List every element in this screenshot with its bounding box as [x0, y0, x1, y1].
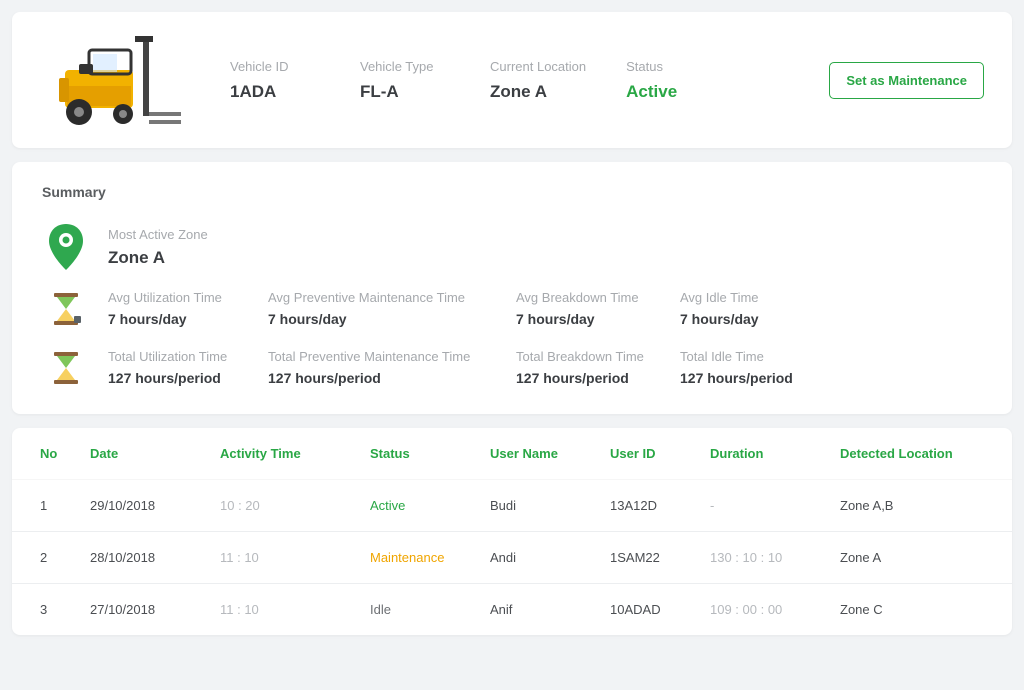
stat-label: Avg Breakdown Time — [516, 290, 680, 305]
cell-status: Maintenance — [370, 550, 490, 565]
cell-detected-location: Zone A — [840, 550, 984, 565]
summary-card: Summary Most Active Zone Zone A — [12, 162, 1012, 414]
cell-activity-time: 10 : 20 — [220, 498, 370, 513]
forklift-image — [40, 30, 190, 130]
field-label: Vehicle ID — [230, 59, 320, 74]
stat-avg-breakdown: Avg Breakdown Time 7 hours/day — [516, 290, 680, 327]
stat-total-idle: Total Idle Time 127 hours/period — [680, 349, 830, 386]
stat-label: Avg Preventive Maintenance Time — [268, 290, 516, 305]
stat-label: Total Idle Time — [680, 349, 830, 364]
zone-label: Most Active Zone — [108, 227, 208, 242]
activity-table: No Date Activity Time Status User Name U… — [12, 428, 1012, 635]
stat-label: Total Preventive Maintenance Time — [268, 349, 516, 364]
col-status: Status — [370, 446, 490, 461]
cell-activity-time: 11 : 10 — [220, 550, 370, 565]
cell-no: 2 — [40, 550, 90, 565]
table-header: No Date Activity Time Status User Name U… — [12, 428, 1012, 480]
stat-label: Avg Utilization Time — [108, 290, 268, 305]
stat-label: Total Breakdown Time — [516, 349, 680, 364]
stat-label: Avg Idle Time — [680, 290, 830, 305]
col-date: Date — [90, 446, 220, 461]
cell-user-id: 1SAM22 — [610, 550, 710, 565]
table-row[interactable]: 327/10/201811 : 10IdleAnif10ADAD109 : 00… — [12, 584, 1012, 635]
col-user-id: User ID — [610, 446, 710, 461]
cell-activity-time: 11 : 10 — [220, 602, 370, 617]
cell-detected-location: Zone C — [840, 602, 984, 617]
col-activity-time: Activity Time — [220, 446, 370, 461]
stat-avg-utilization: Avg Utilization Time 7 hours/day — [108, 290, 268, 327]
stat-value: 7 hours/day — [268, 311, 516, 327]
table-row[interactable]: 228/10/201811 : 10MaintenanceAndi1SAM221… — [12, 532, 1012, 584]
col-detected-location: Detected Location — [840, 446, 984, 461]
field-value: Active — [626, 82, 716, 102]
set-maintenance-button[interactable]: Set as Maintenance — [829, 62, 984, 99]
cell-user-id: 13A12D — [610, 498, 710, 513]
stat-value: 7 hours/day — [516, 311, 680, 327]
stat-value: 127 hours/period — [268, 370, 516, 386]
stat-total-preventive: Total Preventive Maintenance Time 127 ho… — [268, 349, 516, 386]
avg-stats-row: Avg Utilization Time 7 hours/day Avg Pre… — [42, 290, 982, 327]
field-status: Status Active — [626, 59, 716, 102]
cell-duration: 130 : 10 : 10 — [710, 550, 840, 565]
total-stats-row: Total Utilization Time 127 hours/period … — [42, 349, 982, 386]
stat-total-utilization: Total Utilization Time 127 hours/period — [108, 349, 268, 386]
stat-value: 7 hours/day — [680, 311, 830, 327]
col-no: No — [40, 446, 90, 461]
cell-date: 29/10/2018 — [90, 498, 220, 513]
stat-label: Total Utilization Time — [108, 349, 268, 364]
cell-user-name: Andi — [490, 550, 610, 565]
col-user-name: User Name — [490, 446, 610, 461]
cell-duration: - — [710, 498, 840, 513]
field-label: Status — [626, 59, 716, 74]
stat-value: 127 hours/period — [108, 370, 268, 386]
vehicle-header-fields: Vehicle ID 1ADA Vehicle Type FL-A Curren… — [230, 59, 829, 102]
field-vehicle-id: Vehicle ID 1ADA — [230, 59, 320, 102]
stat-total-breakdown: Total Breakdown Time 127 hours/period — [516, 349, 680, 386]
cell-user-name: Anif — [490, 602, 610, 617]
stat-value: 127 hours/period — [680, 370, 830, 386]
cell-date: 27/10/2018 — [90, 602, 220, 617]
cell-user-id: 10ADAD — [610, 602, 710, 617]
stat-avg-preventive: Avg Preventive Maintenance Time 7 hours/… — [268, 290, 516, 327]
cell-status: Active — [370, 498, 490, 513]
cell-date: 28/10/2018 — [90, 550, 220, 565]
map-pin-icon — [42, 222, 90, 272]
cell-status: Idle — [370, 602, 490, 617]
field-value: Zone A — [490, 82, 586, 102]
field-label: Current Location — [490, 59, 586, 74]
most-active-zone-row: Most Active Zone Zone A — [42, 222, 982, 272]
cell-duration: 109 : 00 : 00 — [710, 602, 840, 617]
cell-detected-location: Zone A,B — [840, 498, 984, 513]
field-value: 1ADA — [230, 82, 320, 102]
field-value: FL-A — [360, 82, 450, 102]
stat-value: 127 hours/period — [516, 370, 680, 386]
summary-title: Summary — [42, 184, 982, 200]
most-active-zone-text: Most Active Zone Zone A — [108, 227, 208, 268]
cell-user-name: Budi — [490, 498, 610, 513]
field-vehicle-type: Vehicle Type FL-A — [360, 59, 450, 102]
hourglass-icon — [42, 290, 90, 327]
field-label: Vehicle Type — [360, 59, 450, 74]
vehicle-header-card: Vehicle ID 1ADA Vehicle Type FL-A Curren… — [12, 12, 1012, 148]
zone-value: Zone A — [108, 248, 208, 268]
stat-value: 7 hours/day — [108, 311, 268, 327]
cell-no: 3 — [40, 602, 90, 617]
field-current-location: Current Location Zone A — [490, 59, 586, 102]
stat-avg-idle: Avg Idle Time 7 hours/day — [680, 290, 830, 327]
hourglass-icon — [42, 349, 90, 386]
table-row[interactable]: 129/10/201810 : 20ActiveBudi13A12D-Zone … — [12, 480, 1012, 532]
col-duration: Duration — [710, 446, 840, 461]
cell-no: 1 — [40, 498, 90, 513]
